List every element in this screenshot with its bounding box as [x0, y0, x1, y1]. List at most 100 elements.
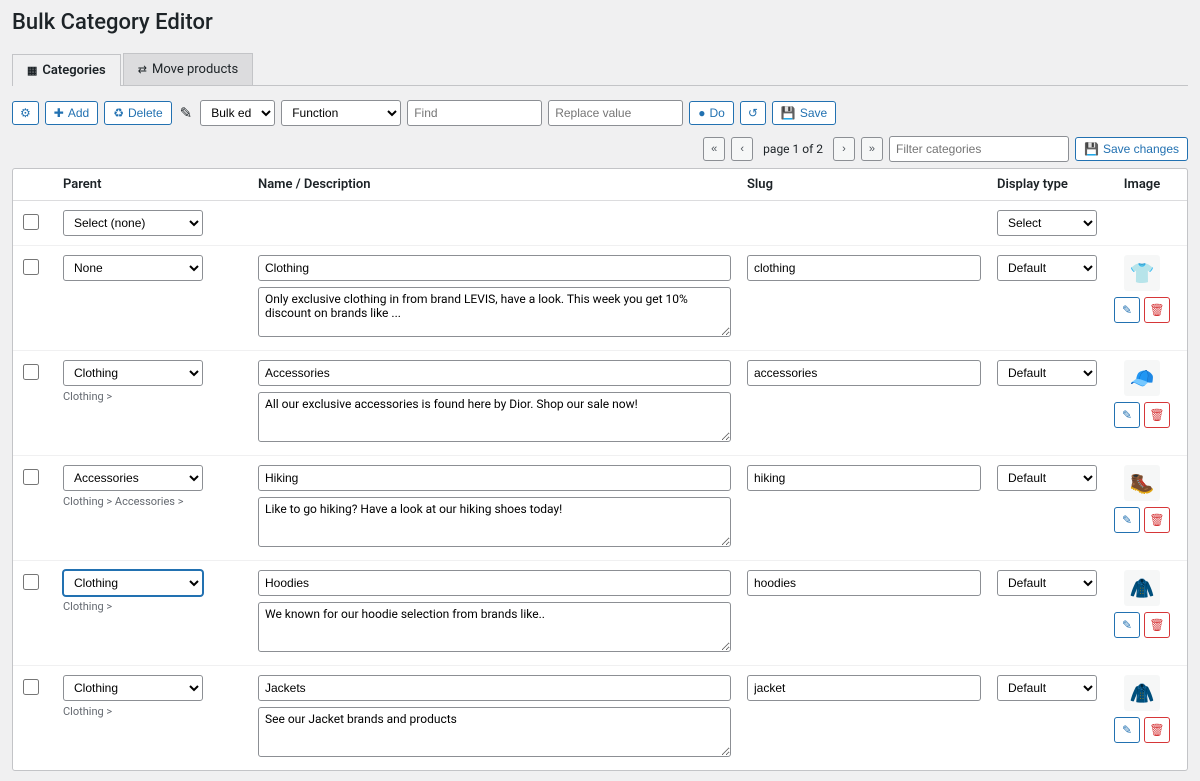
- breadcrumb: Clothing > Accessories >: [63, 495, 258, 508]
- select-all-checkbox[interactable]: [23, 214, 39, 230]
- parent-select[interactable]: Accessories: [63, 465, 203, 491]
- description-textarea[interactable]: See our Jacket brands and products: [258, 707, 731, 757]
- pager-text: page 1 of 2: [763, 142, 823, 156]
- category-image: 👕: [1124, 255, 1160, 291]
- description-textarea[interactable]: Like to go hiking? Have a look at our hi…: [258, 497, 731, 547]
- parent-select[interactable]: Clothing: [63, 570, 203, 596]
- row-checkbox[interactable]: [23, 469, 39, 485]
- bulk-edit-select[interactable]: Bulk edit: [200, 100, 275, 126]
- name-input[interactable]: [258, 255, 731, 281]
- slug-input[interactable]: [747, 465, 981, 491]
- trash-icon: 🗑: [1149, 723, 1164, 737]
- name-input[interactable]: [258, 360, 731, 386]
- gear-icon: ⚙: [20, 106, 31, 120]
- tab-move-products[interactable]: ⇄ Move products: [123, 53, 253, 85]
- edit-icon: ✎: [180, 104, 193, 122]
- find-input[interactable]: [407, 100, 542, 126]
- table-row: Clothing Clothing > All our exclusive ac…: [13, 351, 1187, 456]
- delete-image-button[interactable]: 🗑: [1144, 612, 1170, 638]
- category-image: 🥾: [1124, 465, 1160, 501]
- save-icon: 💾: [781, 106, 796, 120]
- tab-categories[interactable]: ▦ Categories: [12, 54, 121, 86]
- delete-image-button[interactable]: 🗑: [1144, 717, 1170, 743]
- trash-icon: 🗑: [1149, 303, 1164, 317]
- breadcrumb: Clothing >: [63, 705, 258, 718]
- name-input[interactable]: [258, 675, 731, 701]
- tab-categories-label: Categories: [42, 63, 105, 78]
- parent-select[interactable]: Clothing: [63, 675, 203, 701]
- display-type-select[interactable]: Default: [997, 465, 1097, 491]
- filter-parent-select[interactable]: Select (none): [63, 210, 203, 236]
- edit-image-button[interactable]: ✎: [1114, 507, 1140, 533]
- pencil-icon: ✎: [1122, 723, 1132, 737]
- edit-image-button[interactable]: ✎: [1114, 612, 1140, 638]
- name-input[interactable]: [258, 465, 731, 491]
- header-name: Name / Description: [258, 177, 747, 192]
- pager-prev[interactable]: ‹: [731, 137, 753, 161]
- delete-image-button[interactable]: 🗑: [1144, 507, 1170, 533]
- slug-input[interactable]: [747, 675, 981, 701]
- pager-first[interactable]: «: [703, 137, 725, 161]
- edit-image-button[interactable]: ✎: [1114, 402, 1140, 428]
- table-row: Clothing Clothing > We known for our hoo…: [13, 561, 1187, 666]
- row-checkbox[interactable]: [23, 259, 39, 275]
- save-changes-label: Save changes: [1103, 142, 1179, 156]
- filter-categories-input[interactable]: [889, 136, 1069, 162]
- table-header: Parent Name / Description Slug Display t…: [13, 169, 1187, 201]
- header-slug: Slug: [747, 177, 997, 192]
- delete-button[interactable]: ♻ Delete: [104, 101, 171, 125]
- delete-image-button[interactable]: 🗑: [1144, 402, 1170, 428]
- category-image: 🧢: [1124, 360, 1160, 396]
- page-title: Bulk Category Editor: [12, 10, 1188, 35]
- save-button[interactable]: 💾 Save: [772, 101, 836, 125]
- filter-display-select[interactable]: Select: [997, 210, 1097, 236]
- save-label: Save: [800, 106, 827, 120]
- display-type-select[interactable]: Default: [997, 570, 1097, 596]
- pencil-icon: ✎: [1122, 513, 1132, 527]
- toolbar: ⚙ ✚ Add ♻ Delete ✎ Bulk edit Function ● …: [12, 100, 1188, 126]
- row-checkbox[interactable]: [23, 364, 39, 380]
- slug-input[interactable]: [747, 255, 981, 281]
- row-checkbox[interactable]: [23, 574, 39, 590]
- save-changes-button[interactable]: 💾 Save changes: [1075, 137, 1188, 161]
- pager-last[interactable]: »: [861, 137, 883, 161]
- delete-image-button[interactable]: 🗑: [1144, 297, 1170, 323]
- category-image: 🧥: [1124, 675, 1160, 711]
- breadcrumb: Clothing >: [63, 600, 258, 613]
- table-row: Clothing Clothing > See our Jacket brand…: [13, 666, 1187, 770]
- category-table: Parent Name / Description Slug Display t…: [12, 168, 1188, 771]
- add-button[interactable]: ✚ Add: [45, 101, 98, 125]
- function-select[interactable]: Function: [281, 100, 401, 126]
- row-checkbox[interactable]: [23, 679, 39, 695]
- edit-image-button[interactable]: ✎: [1114, 717, 1140, 743]
- play-icon: ●: [698, 106, 705, 120]
- pencil-icon: ✎: [1122, 618, 1132, 632]
- settings-button[interactable]: ⚙: [12, 101, 39, 125]
- edit-image-button[interactable]: ✎: [1114, 297, 1140, 323]
- display-type-select[interactable]: Default: [997, 675, 1097, 701]
- pager-next[interactable]: ›: [833, 137, 855, 161]
- display-type-select[interactable]: Default: [997, 255, 1097, 281]
- table-row: Accessories Clothing > Accessories > Lik…: [13, 456, 1187, 561]
- undo-icon: ↺: [748, 106, 758, 120]
- description-textarea[interactable]: Only exclusive clothing in from brand LE…: [258, 287, 731, 337]
- description-textarea[interactable]: All our exclusive accessories is found h…: [258, 392, 731, 442]
- slug-input[interactable]: [747, 360, 981, 386]
- prev-icon: ‹: [740, 143, 744, 155]
- parent-select[interactable]: None: [63, 255, 203, 281]
- do-button[interactable]: ● Do: [689, 101, 734, 125]
- undo-button[interactable]: ↺: [740, 101, 766, 125]
- pencil-icon: ✎: [1122, 303, 1132, 317]
- display-type-select[interactable]: Default: [997, 360, 1097, 386]
- grid-icon: ▦: [27, 64, 37, 77]
- plus-icon: ✚: [54, 106, 64, 120]
- first-icon: «: [711, 143, 717, 155]
- header-parent: Parent: [63, 177, 258, 192]
- delete-label: Delete: [128, 106, 163, 120]
- move-icon: ⇄: [138, 63, 147, 76]
- name-input[interactable]: [258, 570, 731, 596]
- description-textarea[interactable]: We known for our hoodie selection from b…: [258, 602, 731, 652]
- parent-select[interactable]: Clothing: [63, 360, 203, 386]
- replace-input[interactable]: [548, 100, 683, 126]
- slug-input[interactable]: [747, 570, 981, 596]
